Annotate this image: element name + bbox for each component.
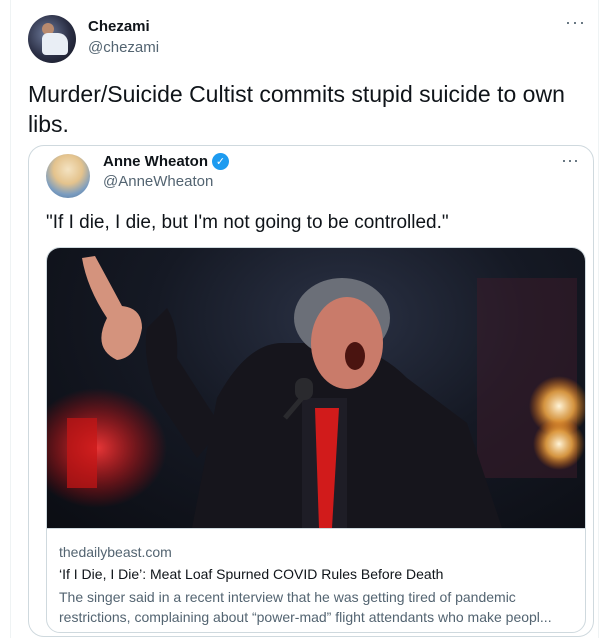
right-divider [598,0,599,638]
link-card[interactable]: thedailybeast.com ‘If I Die, I Die’: Mea… [46,247,586,633]
tweet-text: Murder/Suicide Cultist commits stupid su… [28,81,565,137]
quoted-author[interactable]: Anne Wheaton ✓ [103,153,229,170]
quoted-author-name: Anne Wheaton [103,153,208,170]
more-options-icon[interactable]: ··· [565,12,586,33]
link-card-title: ‘If I Die, I Die’: Meat Loaf Spurned COV… [59,566,444,582]
author-name[interactable]: Chezami [88,18,150,35]
quoted-avatar[interactable] [46,154,90,198]
link-card-description-line2: restrictions, complaining about “power-m… [59,609,552,625]
singer-photo-illustration [47,256,585,528]
avatar[interactable] [28,15,76,63]
quoted-tweet-text: "If I die, I die, but I'm not going to b… [46,212,449,233]
avatar-figure [42,33,68,55]
quoted-author-handle[interactable]: @AnneWheaton [103,173,213,190]
link-card-image [47,248,585,528]
author-handle[interactable]: @chezami [88,39,159,56]
link-card-description-line1: The singer said in a recent interview th… [59,589,516,605]
link-card-description: The singer said in a recent interview th… [59,587,575,627]
verified-badge-icon: ✓ [212,153,229,170]
link-card-details: thedailybeast.com ‘If I Die, I Die’: Mea… [47,528,585,632]
link-card-domain: thedailybeast.com [59,544,172,560]
quoted-more-options-icon[interactable]: ··· [561,150,579,171]
quoted-tweet[interactable]: Anne Wheaton ✓ @AnneWheaton ··· "If I di… [28,145,594,637]
left-divider [10,0,11,638]
